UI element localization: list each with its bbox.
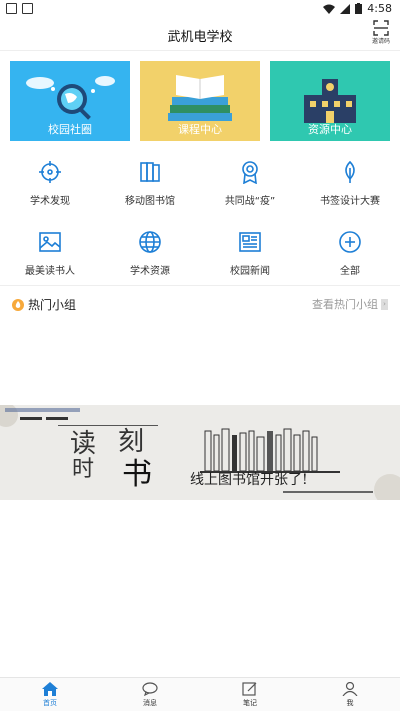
grid-item-mobile-library[interactable]: 移动图书馆 xyxy=(100,160,200,207)
card-label: 资源中心 xyxy=(308,123,352,136)
bottom-tab-bar: 首页 消息 笔记 我 xyxy=(0,677,400,711)
card-campus-circle[interactable]: 校园社圈 xyxy=(10,61,130,141)
grid-item-bookmark-contest[interactable]: 书签设计大赛 xyxy=(300,160,400,207)
image-icon xyxy=(39,232,61,252)
hot-groups-header: 热门小组 xyxy=(12,296,76,313)
user-icon xyxy=(342,682,358,696)
grid-label: 校园新闻 xyxy=(230,266,270,277)
card-resource-center[interactable]: 资源中心 xyxy=(270,61,390,141)
page-title: 武机电学校 xyxy=(167,30,233,45)
note-icon xyxy=(242,682,257,696)
scan-label: 邀请码 xyxy=(371,38,390,45)
status-bar: 4:58 xyxy=(0,0,400,18)
banner-char-3: 时 xyxy=(72,457,95,482)
leaf-icon xyxy=(345,160,355,183)
tab-label: 我 xyxy=(346,699,354,707)
banner-headline: 线上图书馆开张了! xyxy=(190,472,308,488)
wifi-icon xyxy=(323,4,336,14)
grid-label: 最美读书人 xyxy=(25,266,75,277)
globe-icon xyxy=(139,231,161,253)
tab-label: 笔记 xyxy=(243,699,257,707)
tab-label: 首页 xyxy=(43,699,57,707)
hot-groups-title: 热门小组 xyxy=(28,298,77,312)
notification-icon xyxy=(22,3,33,14)
grid-item-all[interactable]: 全部 xyxy=(300,230,400,277)
grid-label: 移动图书馆 xyxy=(125,196,175,207)
view-hot-groups-link[interactable]: 查看热门小组 xyxy=(312,296,378,312)
notification-icon xyxy=(6,3,17,14)
chat-icon xyxy=(142,682,158,696)
feature-cards: 校园社圈 课程中心 资源中心 xyxy=(10,61,391,141)
grid-label: 学术发现 xyxy=(30,196,70,207)
card-label: 课程中心 xyxy=(178,123,222,136)
grid-label: 学术资源 xyxy=(130,266,170,277)
book-icon xyxy=(140,162,160,182)
grid-label: 书签设计大赛 xyxy=(320,196,380,207)
grid-item-academic-resources[interactable]: 学术资源 xyxy=(100,230,200,277)
medal-icon xyxy=(242,161,258,184)
section-divider xyxy=(0,285,400,286)
grid-item-campus-news[interactable]: 校园新闻 xyxy=(200,230,300,277)
grid-item-fight-epidemic[interactable]: 共同战“疫” xyxy=(200,160,300,207)
banner-char-4: 书 xyxy=(122,457,152,492)
tab-home[interactable]: 首页 xyxy=(20,682,80,708)
promo-banner[interactable]: 读 刻 时 书 线上图书馆开张了! xyxy=(0,405,400,500)
home-icon xyxy=(42,682,58,696)
grid-item-academic-discovery[interactable]: 学术发现 xyxy=(0,160,100,207)
tab-me[interactable]: 我 xyxy=(320,682,380,708)
tab-messages[interactable]: 消息 xyxy=(120,682,180,708)
tab-label: 消息 xyxy=(143,699,157,707)
title-bar: 武机电学校 邀请码 xyxy=(0,18,400,51)
battery-icon xyxy=(355,3,363,14)
chevron-right-icon[interactable]: › xyxy=(381,299,388,310)
grid-label: 共同战“疫” xyxy=(224,196,276,207)
tab-notes[interactable]: 笔记 xyxy=(220,682,280,708)
card-label: 校园社圈 xyxy=(48,123,92,136)
card-course-center[interactable]: 课程中心 xyxy=(140,61,260,141)
clock: 4:58 xyxy=(367,2,392,15)
plus-circle-icon xyxy=(339,231,361,253)
newspaper-icon xyxy=(239,232,261,252)
crosshair-icon xyxy=(39,161,61,183)
grid-item-best-reader[interactable]: 最美读书人 xyxy=(0,230,100,277)
grid-label: 全部 xyxy=(340,266,360,277)
signal-icon xyxy=(340,3,351,14)
scan-icon xyxy=(373,20,389,36)
scan-button[interactable]: 邀请码 xyxy=(370,20,392,48)
fire-icon xyxy=(12,298,24,311)
